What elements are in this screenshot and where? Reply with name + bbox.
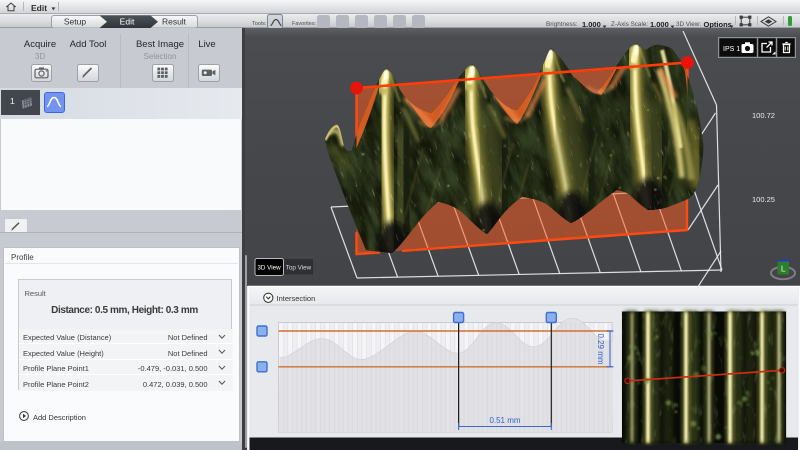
svg-text:Intersection: Intersection <box>277 294 316 303</box>
svg-text:Result: Result <box>162 17 187 27</box>
svg-text:Edit: Edit <box>120 17 135 27</box>
svg-text:Setup: Setup <box>64 17 86 27</box>
svg-text:L: L <box>781 264 786 274</box>
svg-text:0.51 mm: 0.51 mm <box>489 416 520 425</box>
svg-text:IPS 1: IPS 1 <box>723 46 740 53</box>
svg-text:100.25: 100.25 <box>752 195 775 204</box>
svg-text:100.72: 100.72 <box>752 111 775 120</box>
svg-text:0.29 mm: 0.29 mm <box>596 333 605 364</box>
svg-text:Top View: Top View <box>286 265 312 272</box>
svg-text:3D View: 3D View <box>257 265 281 272</box>
